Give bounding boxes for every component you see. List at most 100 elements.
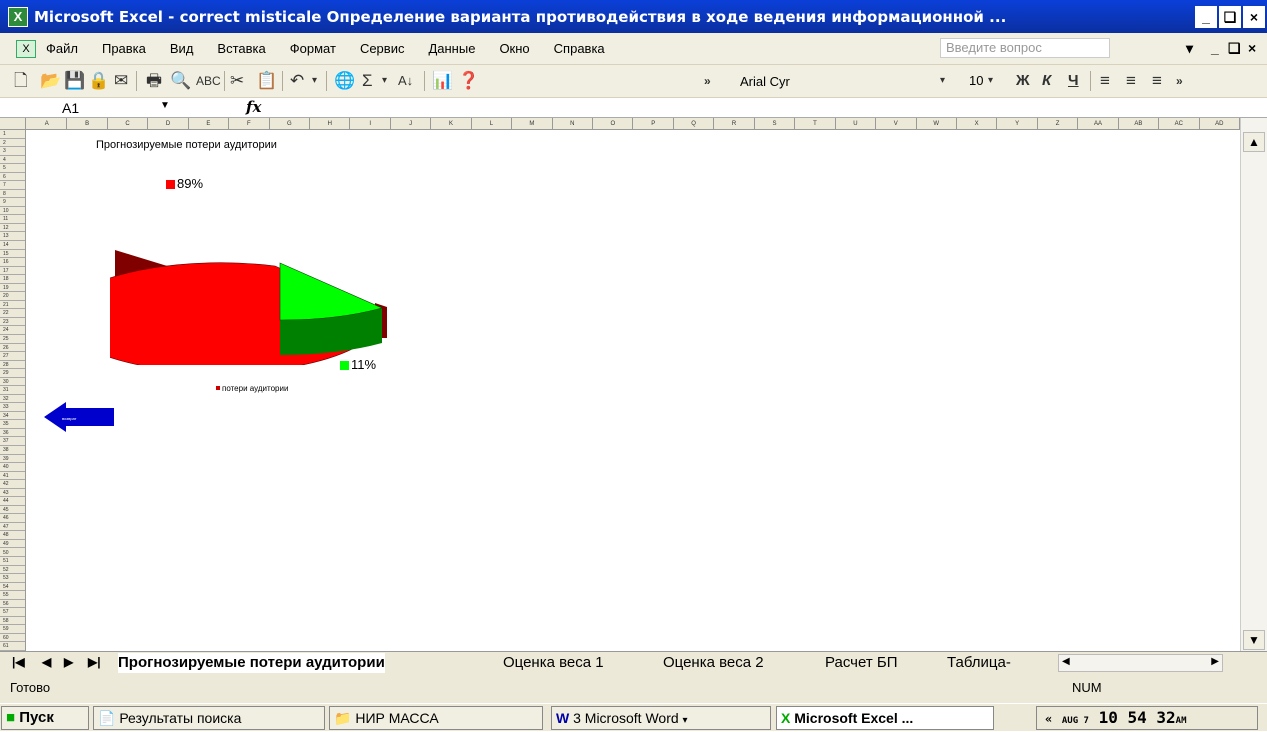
task-search-results[interactable]: 📄 Результаты поиска <box>93 706 325 730</box>
menu-file[interactable]: Файл <box>46 41 78 56</box>
row-header-34[interactable]: 34 <box>0 412 25 421</box>
tray-expand-icon[interactable]: « <box>1045 712 1052 726</box>
bold-button[interactable]: Ж <box>1016 70 1030 92</box>
font-name-select[interactable]: Arial Cyr <box>735 71 955 92</box>
column-header-X[interactable]: X <box>957 118 998 129</box>
row-header-11[interactable]: 11 <box>0 215 25 224</box>
column-header-V[interactable]: V <box>876 118 917 129</box>
print-preview-icon[interactable]: 🔍 <box>170 70 191 92</box>
row-header-16[interactable]: 16 <box>0 258 25 267</box>
sheet-tab-weight-2[interactable]: Оценка веса 2 <box>663 653 764 673</box>
row-header-18[interactable]: 18 <box>0 275 25 284</box>
column-header-U[interactable]: U <box>836 118 877 129</box>
column-header-H[interactable]: H <box>310 118 351 129</box>
row-header-13[interactable]: 13 <box>0 232 25 242</box>
hyperlink-icon[interactable]: 🌐 <box>334 70 355 92</box>
row-header-60[interactable]: 60 <box>0 634 25 643</box>
row-header-32[interactable]: 32 <box>0 395 25 404</box>
task-nir-massa[interactable]: 📁 НИР МАССА <box>329 706 543 730</box>
row-header-37[interactable]: 37 <box>0 437 25 446</box>
row-header-23[interactable]: 23 <box>0 318 25 327</box>
italic-button[interactable]: К <box>1042 70 1051 92</box>
column-header-M[interactable]: M <box>512 118 553 129</box>
row-header-3[interactable]: 3 <box>0 147 25 156</box>
save-icon[interactable]: 💾 <box>64 70 85 92</box>
help-icon[interactable]: ❓ <box>458 70 479 92</box>
toolbar-options-icon[interactable]: » <box>704 70 711 92</box>
column-header-D[interactable]: D <box>148 118 189 129</box>
system-clock[interactable]: « AUG 7 10 54 32AM <box>1036 706 1258 730</box>
horizontal-scrollbar[interactable]: ◀ ▶ <box>1058 654 1223 672</box>
column-header-R[interactable]: R <box>714 118 755 129</box>
row-header-4[interactable]: 4 <box>0 156 25 165</box>
task-group-arrow-icon[interactable]: ▾ <box>683 715 688 726</box>
column-header-Q[interactable]: Q <box>674 118 715 129</box>
menu-data[interactable]: Данные <box>428 41 475 56</box>
row-header-59[interactable]: 59 <box>0 625 25 634</box>
row-header-57[interactable]: 57 <box>0 608 25 617</box>
row-header-6[interactable]: 6 <box>0 173 25 182</box>
scroll-up-icon[interactable]: ▲ <box>1243 132 1265 152</box>
last-sheet-icon[interactable]: ▶| <box>88 655 101 669</box>
back-arrow-button[interactable]: возврат <box>44 402 116 432</box>
start-button[interactable]: ■ Пуск <box>1 706 89 730</box>
font-dropdown-icon[interactable]: ▾ <box>940 70 945 92</box>
menu-window[interactable]: Окно <box>499 41 529 56</box>
sheet-tab-table[interactable]: Таблица- <box>947 653 1011 673</box>
column-header-K[interactable]: K <box>431 118 472 129</box>
close-button[interactable]: × <box>1243 5 1265 28</box>
underline-button[interactable]: Ч <box>1068 70 1079 92</box>
row-header-26[interactable]: 26 <box>0 344 25 353</box>
menu-tools[interactable]: Сервис <box>360 41 405 56</box>
row-header-10[interactable]: 10 <box>0 207 25 216</box>
row-header-7[interactable]: 7 <box>0 181 25 190</box>
doc-restore-button[interactable]: ❏ <box>1228 40 1241 57</box>
row-header-28[interactable]: 28 <box>0 361 25 370</box>
row-header-9[interactable]: 9 <box>0 198 25 207</box>
row-header-51[interactable]: 51 <box>0 557 25 566</box>
row-header-42[interactable]: 42 <box>0 480 25 489</box>
row-header-43[interactable]: 43 <box>0 489 25 498</box>
email-icon[interactable]: ✉ <box>114 70 128 92</box>
row-header-49[interactable]: 49 <box>0 540 25 549</box>
font-size-select[interactable]: 10 <box>965 71 1005 92</box>
row-header-2[interactable]: 2 <box>0 139 25 148</box>
row-header-5[interactable]: 5 <box>0 164 25 173</box>
menu-insert[interactable]: Вставка <box>217 41 265 56</box>
new-icon[interactable]: 🗋 <box>14 70 28 92</box>
row-header-41[interactable]: 41 <box>0 472 25 481</box>
row-header-24[interactable]: 24 <box>0 326 25 335</box>
name-box-dropdown-icon[interactable]: ▼ <box>160 100 170 111</box>
column-header-J[interactable]: J <box>391 118 432 129</box>
row-header-45[interactable]: 45 <box>0 506 25 515</box>
excel-app-icon[interactable]: X <box>8 6 28 27</box>
row-header-55[interactable]: 55 <box>0 591 25 600</box>
align-right-icon[interactable]: ≡ <box>1152 70 1162 92</box>
row-header-30[interactable]: 30 <box>0 378 25 387</box>
column-header-O[interactable]: O <box>593 118 634 129</box>
scroll-down-icon[interactable]: ▼ <box>1243 630 1265 650</box>
column-header-AB[interactable]: AB <box>1119 118 1160 129</box>
undo-icon[interactable]: ↶ <box>290 70 304 92</box>
column-header-F[interactable]: F <box>229 118 270 129</box>
sheet-tab-active[interactable]: Прогнозируемые потери аудитории <box>118 653 385 673</box>
row-header-8[interactable]: 8 <box>0 190 25 199</box>
ask-question-input[interactable]: Введите вопрос <box>940 38 1110 58</box>
row-header-47[interactable]: 47 <box>0 523 25 532</box>
row-header-39[interactable]: 39 <box>0 455 25 464</box>
row-header-38[interactable]: 38 <box>0 446 25 455</box>
row-header-15[interactable]: 15 <box>0 250 25 259</box>
undo-dropdown-icon[interactable]: ▾ <box>312 70 317 92</box>
minimize-button[interactable]: _ <box>1195 5 1217 28</box>
row-header-35[interactable]: 35 <box>0 420 25 429</box>
column-header-A[interactable]: A <box>27 118 68 129</box>
column-header-G[interactable]: G <box>270 118 311 129</box>
column-header-C[interactable]: C <box>108 118 149 129</box>
row-header-22[interactable]: 22 <box>0 309 25 318</box>
align-left-icon[interactable]: ≡ <box>1100 70 1110 92</box>
column-header-S[interactable]: S <box>755 118 796 129</box>
row-header-19[interactable]: 19 <box>0 284 25 293</box>
name-box[interactable]: A1 <box>0 99 175 117</box>
column-header-AA[interactable]: AA <box>1078 118 1119 129</box>
doc-close-button[interactable]: × <box>1248 40 1256 56</box>
